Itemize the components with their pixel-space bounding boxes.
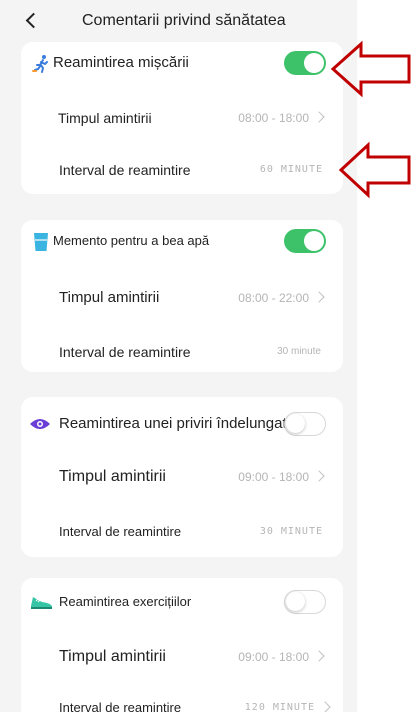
card-header: Memento pentru a bea apă	[21, 220, 343, 262]
chevron-right-icon	[313, 650, 325, 662]
row-reminder-time[interactable]: Timpul amintirii 08:00 - 22:00	[21, 278, 343, 318]
toggle-switch[interactable]	[284, 229, 326, 253]
walking-person-icon	[32, 54, 50, 73]
row-label: Timpul amintirii	[59, 468, 166, 485]
chevron-right-icon	[313, 291, 325, 303]
chevron-right-icon	[313, 111, 325, 123]
row-value: 09:00 - 18:00	[238, 470, 309, 484]
card-header: Reamintirea exercițiilor	[21, 581, 343, 623]
row-value: 09:00 - 18:00	[238, 650, 309, 664]
app-screen: Comentarii privind sănătatea Reamintirea…	[0, 0, 357, 712]
card-title: Reamintirea mișcării	[53, 54, 189, 71]
row-label: Interval de reamintire	[59, 162, 191, 178]
row-label: Timpul amintirii	[59, 648, 166, 665]
row-label: Timpul amintirii	[58, 110, 152, 126]
chevron-right-icon	[319, 701, 331, 712]
row-reminder-time[interactable]: Timpul amintirii 09:00 - 18:00	[21, 457, 343, 497]
header: Comentarii privind sănătatea	[0, 0, 357, 42]
row-reminder-interval[interactable]: Interval de reamintire 60 MINUTE	[21, 150, 343, 190]
eye-icon	[29, 417, 50, 435]
card-title: Reamintirea unei priviri îndelungate	[59, 415, 295, 432]
row-value: 30 minute	[277, 346, 321, 357]
row-value: 08:00 - 18:00	[238, 111, 309, 125]
toggle-switch[interactable]	[284, 51, 326, 75]
annotation-arrow-interval	[338, 141, 411, 199]
row-value: 60 MINUTE	[259, 164, 323, 175]
row-reminder-interval[interactable]: Interval de reamintire 30 minute	[21, 332, 343, 372]
row-reminder-time[interactable]: Timpul amintirii 08:00 - 18:00	[21, 98, 343, 138]
toggle-switch[interactable]	[284, 412, 326, 436]
back-chevron-icon[interactable]	[22, 11, 42, 31]
row-label: Interval de reamintire	[59, 700, 182, 712]
toggle-switch[interactable]	[284, 590, 326, 614]
row-reminder-interval[interactable]: Interval de reamintire 120 MINUTE	[21, 688, 343, 712]
water-cup-icon	[32, 232, 50, 251]
row-label: Timpul amintirii	[59, 289, 160, 306]
card-header: Reamintirea mișcării	[21, 42, 343, 84]
row-label: Interval de reamintire	[59, 524, 182, 539]
card-title: Reamintirea exercițiilor	[59, 594, 192, 609]
chevron-right-icon	[313, 470, 325, 482]
row-label: Interval de reamintire	[59, 344, 191, 360]
card-water-reminder: Memento pentru a bea apă Timpul amintiri…	[21, 220, 343, 372]
sneaker-icon	[30, 594, 52, 612]
row-reminder-interval[interactable]: Interval de reamintire 30 MINUTE	[21, 512, 343, 552]
card-long-gaze-reminder: Reamintirea unei priviri îndelungate Tim…	[21, 397, 343, 557]
row-value: 08:00 - 22:00	[238, 291, 309, 305]
page-title: Comentarii privind sănătatea	[82, 12, 286, 29]
card-title: Memento pentru a bea apă	[53, 233, 210, 248]
card-movement-reminder: Reamintirea mișcării Timpul amintirii 08…	[21, 42, 343, 194]
card-header: Reamintirea unei priviri îndelungate	[21, 403, 343, 445]
row-value: 30 MINUTE	[259, 526, 323, 537]
annotation-arrow-toggle	[330, 40, 411, 98]
card-exercise-reminder: Reamintirea exercițiilor Timpul amintiri…	[21, 578, 343, 712]
row-reminder-time[interactable]: Timpul amintirii 09:00 - 18:00	[21, 637, 343, 677]
row-value: 120 MINUTE	[244, 702, 315, 712]
